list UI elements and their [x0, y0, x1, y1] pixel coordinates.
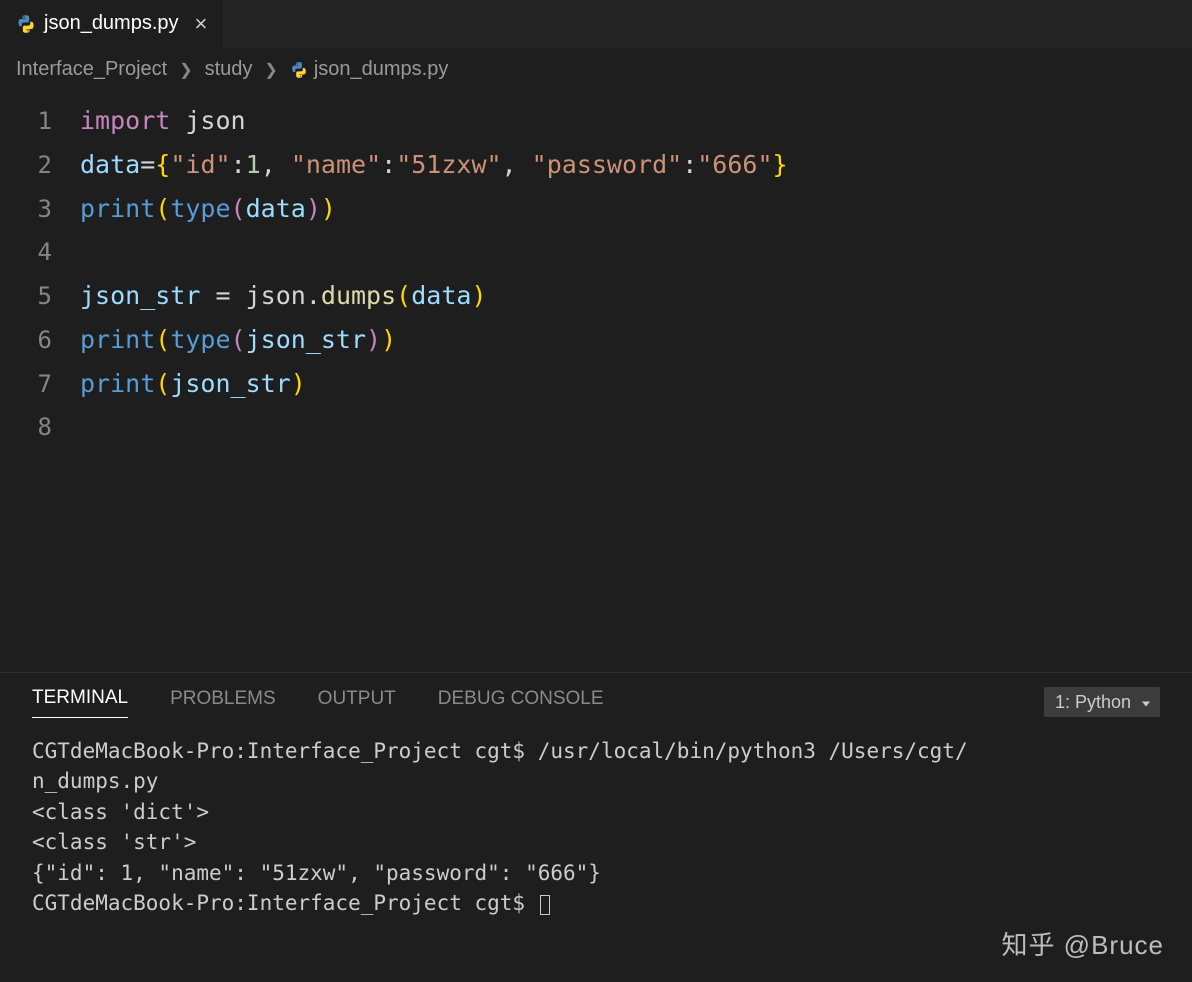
code-line: 2 data={"id":1, "name":"51zxw", "passwor…: [0, 143, 1192, 187]
code-line: 5 json_str = json.dumps(data): [0, 274, 1192, 318]
breadcrumb-filename: json_dumps.py: [314, 58, 449, 81]
code-line: 1 import json: [0, 99, 1192, 143]
tab-output[interactable]: OUTPUT: [318, 688, 396, 718]
terminal-line: <class 'str'>: [32, 830, 196, 854]
chevron-right-icon: ❯: [179, 60, 192, 80]
breadcrumb-item[interactable]: study: [205, 58, 253, 81]
breadcrumb-item[interactable]: json_dumps.py: [290, 58, 449, 81]
line-number: 5: [0, 275, 80, 317]
terminal-selector[interactable]: 1: Python: [1044, 692, 1160, 714]
line-number: 8: [0, 406, 80, 448]
panel-tabs: TERMINAL PROBLEMS OUTPUT DEBUG CONSOLE 1…: [0, 673, 1192, 726]
tab-active[interactable]: json_dumps.py ×: [0, 0, 223, 48]
code-line: 6 print(type(json_str)): [0, 318, 1192, 362]
line-number: 6: [0, 319, 80, 361]
terminal-line: CGTdeMacBook-Pro:Interface_Project cgt$: [32, 891, 538, 915]
line-number: 1: [0, 100, 80, 142]
terminal-selector-label: 1: Python: [1044, 687, 1160, 717]
terminal-line: CGTdeMacBook-Pro:Interface_Project cgt$ …: [32, 739, 968, 763]
close-icon[interactable]: ×: [195, 13, 208, 35]
terminal-output[interactable]: CGTdeMacBook-Pro:Interface_Project cgt$ …: [0, 726, 1192, 929]
line-number: 4: [0, 231, 80, 273]
tab-problems[interactable]: PROBLEMS: [170, 688, 276, 718]
line-number: 7: [0, 363, 80, 405]
code-line: 8: [0, 405, 1192, 449]
tab-terminal[interactable]: TERMINAL: [32, 687, 128, 718]
terminal-cursor: [540, 895, 550, 915]
line-number: 3: [0, 188, 80, 230]
breadcrumb-item[interactable]: Interface_Project: [16, 58, 167, 81]
breadcrumb: Interface_Project ❯ study ❯ json_dumps.p…: [0, 48, 1192, 91]
code-line: 7 print(json_str): [0, 362, 1192, 406]
chevron-right-icon: ❯: [264, 60, 277, 80]
tab-debug-console[interactable]: DEBUG CONSOLE: [438, 688, 604, 718]
code-editor[interactable]: 1 import json 2 data={"id":1, "name":"51…: [0, 91, 1192, 457]
code-line: 3 print(type(data)): [0, 187, 1192, 231]
code-line: 4: [0, 230, 1192, 274]
watermark: 知乎 @Bruce: [1001, 925, 1164, 962]
terminal-line: <class 'dict'>: [32, 800, 209, 824]
tab-bar: json_dumps.py ×: [0, 0, 1192, 48]
line-number: 2: [0, 144, 80, 186]
python-icon: [290, 61, 308, 79]
python-icon: [16, 14, 36, 34]
terminal-line: n_dumps.py: [32, 769, 158, 793]
terminal-line: {"id": 1, "name": "51zxw", "password": "…: [32, 861, 601, 885]
tab-filename: json_dumps.py: [44, 12, 179, 35]
